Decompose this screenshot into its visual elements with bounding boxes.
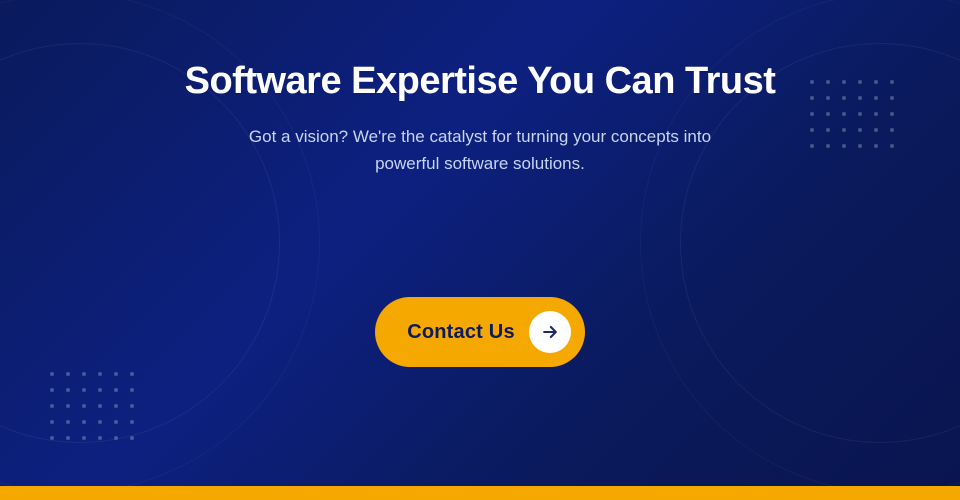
hero-subheading: Got a vision? We're the catalyst for tur… <box>249 123 711 177</box>
hero-heading: Software Expertise You Can Trust <box>185 60 776 103</box>
hero-section: Software Expertise You Can Trust Got a v… <box>0 0 960 486</box>
contact-us-label: Contact Us <box>407 321 515 344</box>
decorative-arc-left <box>0 43 280 443</box>
dot-pattern-bottom-left <box>50 372 140 446</box>
bottom-accent-bar <box>0 486 960 500</box>
arrow-right-icon <box>529 311 571 353</box>
dot-pattern-top-right <box>810 80 900 154</box>
contact-us-button[interactable]: Contact Us <box>375 297 585 367</box>
page-wrapper: Software Expertise You Can Trust Got a v… <box>0 0 960 500</box>
